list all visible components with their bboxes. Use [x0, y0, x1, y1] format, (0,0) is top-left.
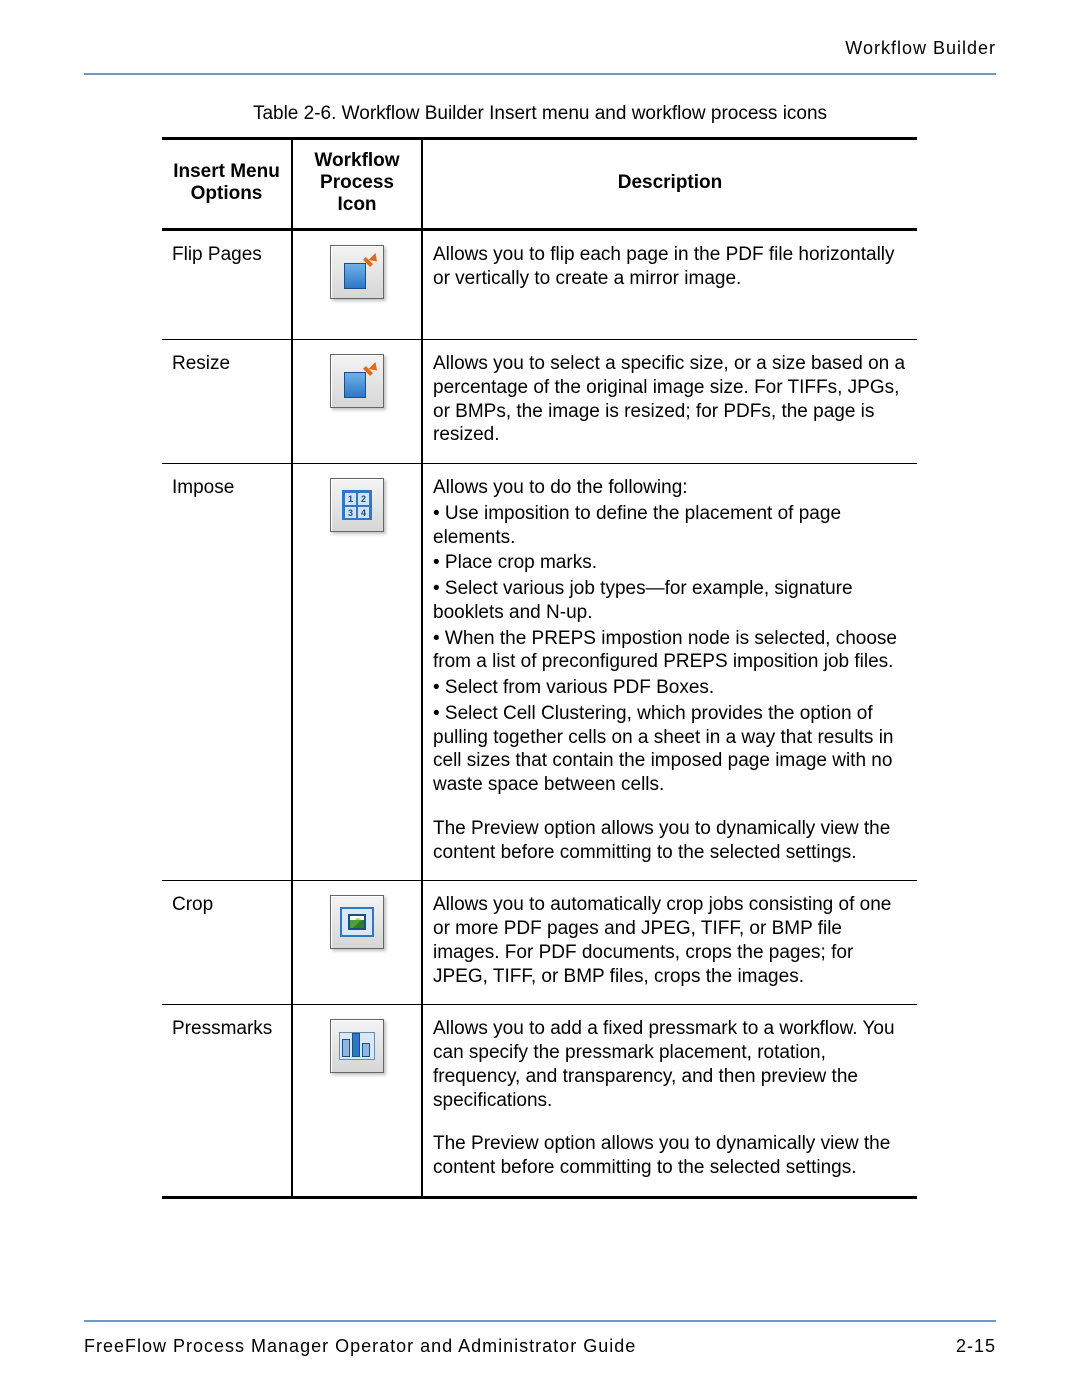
- table-body: Flip Pages Allows you to flip each page i…: [162, 230, 917, 1198]
- description-text: • Select various job types—for example, …: [433, 577, 911, 625]
- col-header-workflow-icon: Workflow Process Icon: [292, 139, 422, 230]
- description-text: Allows you to automatically crop jobs co…: [433, 893, 911, 988]
- pressmarks-icon: [330, 1019, 384, 1073]
- page-footer: FreeFlow Process Manager Operator and Ad…: [84, 1320, 996, 1357]
- col-header-insert-menu: Insert Menu Options: [162, 139, 292, 230]
- footer-doc-title: FreeFlow Process Manager Operator and Ad…: [84, 1336, 636, 1357]
- option-label: Impose: [172, 477, 234, 498]
- table-header-row: Insert Menu Options Workflow Process Ico…: [162, 139, 917, 230]
- option-cell: Impose: [162, 464, 292, 881]
- description-text: • Use imposition to define the placement…: [433, 502, 911, 550]
- icon-cell: [292, 1005, 422, 1198]
- col-header-text: Insert Menu: [170, 161, 283, 183]
- description-cell: Allows you to flip each page in the PDF …: [422, 230, 917, 340]
- description-text: The Preview option allows you to dynamic…: [433, 1132, 911, 1180]
- option-cell: Resize: [162, 340, 292, 464]
- col-header-description: Description: [422, 139, 917, 230]
- option-label: Flip Pages: [172, 244, 262, 265]
- option-cell: Pressmarks: [162, 1005, 292, 1198]
- description-text: Allows you to flip each page in the PDF …: [433, 243, 911, 291]
- table-container: Insert Menu Options Workflow Process Ico…: [162, 137, 996, 1199]
- footer-page-number: 2-15: [956, 1336, 996, 1357]
- icon-cell: [292, 230, 422, 340]
- option-cell: Flip Pages: [162, 230, 292, 340]
- description-cell: Allows you to automatically crop jobs co…: [422, 881, 917, 1005]
- description-text: • When the PREPS impostion node is selec…: [433, 627, 911, 675]
- option-label: Resize: [172, 353, 230, 374]
- col-header-text: Options: [170, 183, 283, 205]
- icon-cell: [292, 881, 422, 1005]
- document-page: Workflow Builder Table 2-6. Workflow Bui…: [0, 0, 1080, 1199]
- description-text: • Select Cell Clustering, which provides…: [433, 702, 911, 797]
- description-text: • Select from various PDF Boxes.: [433, 676, 911, 700]
- description-text: Allows you to do the following:: [433, 476, 911, 500]
- description-cell: Allows you to select a specific size, or…: [422, 340, 917, 464]
- table-row: Flip Pages Allows you to flip each page i…: [162, 230, 917, 340]
- table-row: Crop Allows you to automatically crop job…: [162, 881, 917, 1005]
- description-text: Allows you to select a specific size, or…: [433, 352, 911, 447]
- header-rule: [84, 73, 996, 75]
- col-header-text: Process Icon: [301, 172, 413, 216]
- description-text: • Place crop marks.: [433, 551, 911, 575]
- crop-icon: [330, 895, 384, 949]
- workflow-icons-table: Insert Menu Options Workflow Process Ico…: [162, 137, 917, 1199]
- col-header-text: Workflow: [301, 150, 413, 172]
- footer-rule: [84, 1320, 996, 1322]
- table-caption: Table 2-6. Workflow Builder Insert menu …: [84, 103, 996, 125]
- icon-cell: [292, 340, 422, 464]
- resize-icon: [330, 354, 384, 408]
- option-label: Crop: [172, 894, 213, 915]
- impose-icon: 1234: [330, 478, 384, 532]
- description-cell: Allows you to do the following:• Use imp…: [422, 464, 917, 881]
- description-text: Allows you to add a fixed pressmark to a…: [433, 1017, 911, 1112]
- icon-cell: 1234: [292, 464, 422, 881]
- table-row: Impose 1234 Allows you to do the following…: [162, 464, 917, 881]
- table-row: Resize Allows you to select a specific si…: [162, 340, 917, 464]
- flip-pages-icon: [330, 245, 384, 299]
- option-cell: Crop: [162, 881, 292, 1005]
- option-label: Pressmarks: [172, 1018, 272, 1039]
- running-header: Workflow Builder: [84, 38, 996, 73]
- table-row: Pressmarks Allows you to add a fixed pres…: [162, 1005, 917, 1198]
- description-text: The Preview option allows you to dynamic…: [433, 817, 911, 865]
- description-cell: Allows you to add a fixed pressmark to a…: [422, 1005, 917, 1198]
